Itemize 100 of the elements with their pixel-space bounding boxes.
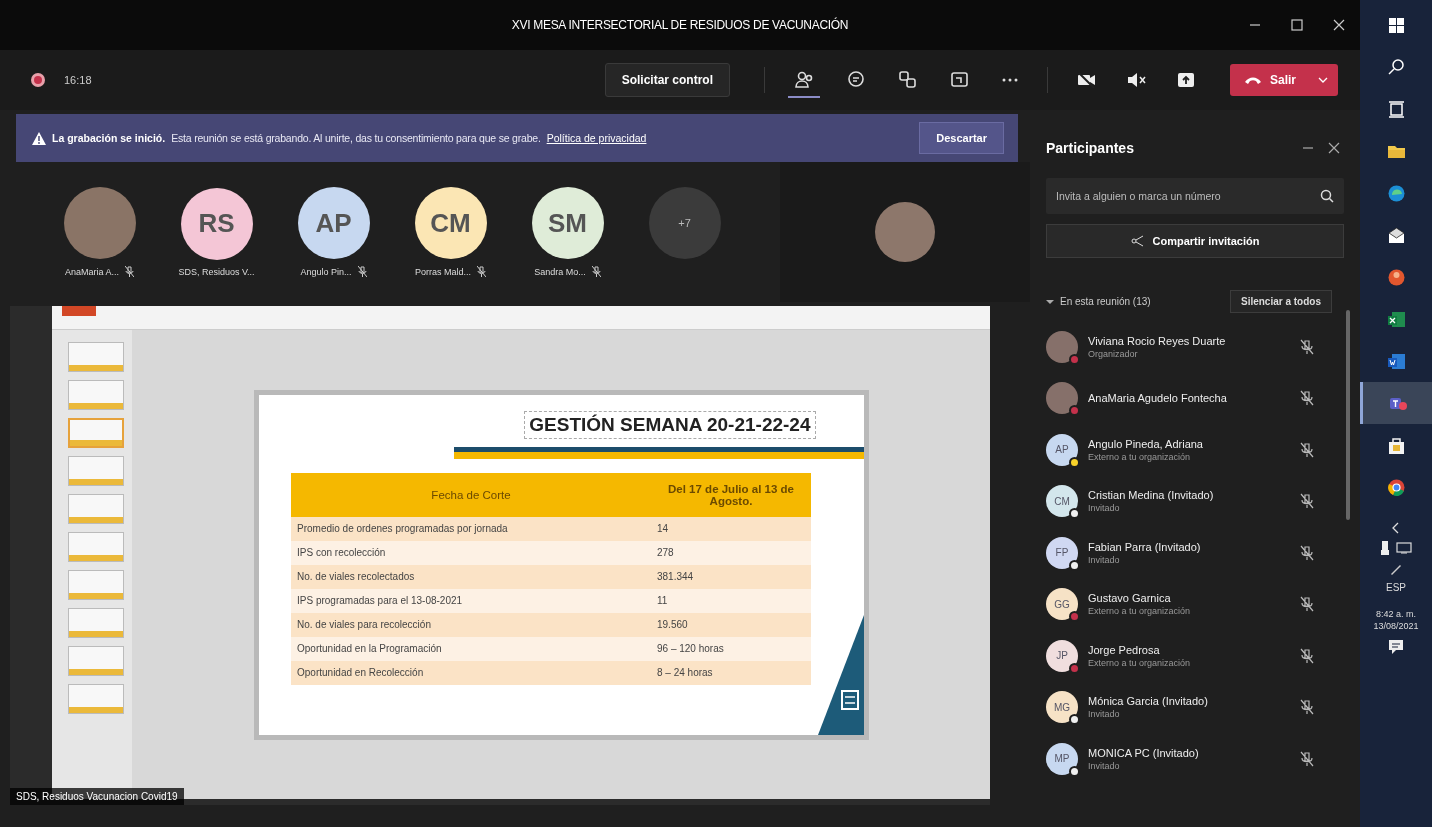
participant-name: Angulo Pineda, Adriana — [1088, 437, 1203, 450]
participant-name: Viviana Rocio Reyes Duarte — [1088, 334, 1226, 347]
table-cell: IPS con recolección — [291, 540, 651, 565]
caret-icon[interactable] — [1046, 298, 1054, 305]
participant-role: Invitado — [1088, 760, 1121, 771]
slide-thumbnail[interactable] — [68, 418, 124, 448]
speaker-muted-icon[interactable] — [1126, 70, 1146, 90]
avatar: AP — [297, 187, 370, 259]
slide-thumbnail[interactable] — [68, 494, 124, 524]
participant-name: MONICA PC (Invitado) — [1088, 746, 1199, 759]
language-indicator[interactable]: ESP — [1386, 582, 1406, 593]
mic-off-icon[interactable] — [1300, 441, 1314, 458]
participant-row[interactable]: FP Fabian Parra (Invitado) Invitado — [1046, 527, 1324, 579]
mic-off-icon[interactable] — [1300, 596, 1314, 613]
recording-icon — [30, 72, 46, 88]
section-header[interactable]: En esta reunión (13) — [1060, 296, 1151, 307]
mic-off-icon[interactable] — [1300, 699, 1314, 716]
dismiss-button[interactable]: Descartar — [919, 122, 1004, 154]
leave-button[interactable]: Salir — [1230, 64, 1338, 96]
table-cell: 8 – 24 horas — [651, 660, 811, 685]
avatar: AP — [1046, 433, 1078, 466]
participant-row[interactable]: JP Jorge Pedrosa Externo a tu organización — [1046, 630, 1324, 682]
close-icon[interactable] — [1328, 142, 1340, 154]
chat-icon — [846, 70, 866, 90]
avatar: SM — [531, 187, 604, 259]
participant-row[interactable]: MP MONICA PC (Invitado) Invitado — [1046, 733, 1324, 785]
participant-row[interactable]: Viviana Rocio Reyes Duarte Organizador — [1046, 321, 1324, 373]
warning-icon — [32, 131, 46, 145]
column-header: Fecha de Corte — [291, 472, 651, 517]
meeting-duration: 16:18 — [64, 74, 92, 86]
photo-placeholder — [875, 202, 935, 262]
banner-message: Esta reunión se está grabando. Al unirte, das tu consentimiento para que se grabe. — [171, 132, 541, 144]
participant-role: Organizador — [1088, 348, 1139, 359]
column-header: Del 17 de Julio al 13 de Agosto. — [651, 472, 811, 517]
chevron-icon[interactable] — [1391, 522, 1401, 534]
participant-role: Externo a tu organización — [1088, 451, 1192, 462]
panel-title: Participantes — [1046, 140, 1134, 156]
table-cell: 381.344 — [651, 564, 811, 589]
slide-thumbnail[interactable] — [68, 342, 124, 372]
table-cell: No. de viales para recolección — [291, 612, 651, 637]
people-icon — [794, 70, 814, 90]
window-title: XVI MESA INTERSECTORIAL DE RESIDUOS DE VACUNACIÓN — [511, 18, 849, 32]
participant-row[interactable]: MG Mónica Garcia (Invitado) Invitado — [1046, 681, 1324, 733]
participant-row[interactable]: AP Angulo Pineda, Adriana Externo a tu organización — [1046, 424, 1324, 476]
mic-off-icon[interactable] — [1300, 493, 1314, 510]
maximize-icon[interactable] — [1290, 18, 1304, 32]
notification-icon[interactable] — [1387, 638, 1405, 657]
participant-row[interactable]: CM Cristian Medina (Invitado) Invitado — [1046, 475, 1324, 527]
participant-row[interactable]: AnaMaria Agudelo Fontecha — [1046, 372, 1324, 424]
rooms-icon — [898, 70, 918, 90]
table-cell: 14 — [651, 516, 811, 541]
mic-off-icon[interactable] — [1300, 647, 1314, 664]
avatar: CM — [414, 187, 487, 259]
slide-thumbnail[interactable] — [68, 570, 124, 600]
usb-drive-icon[interactable] — [1380, 540, 1390, 556]
presenter-label: SDS, Residuos Vacunacion Covid19 — [10, 788, 184, 805]
slide-thumbnail[interactable] — [68, 380, 124, 410]
table-cell: IPS programadas para el 13-08-2021 — [291, 588, 651, 613]
participant-role: Invitado — [1088, 503, 1121, 514]
avatar: FP — [1046, 536, 1078, 569]
search-icon[interactable] — [1320, 189, 1334, 203]
participant-name: Porras Mald... — [415, 266, 471, 277]
scrollbar-thumb[interactable] — [1346, 310, 1350, 520]
mic-off-icon[interactable] — [1300, 750, 1314, 767]
pen-icon[interactable] — [1389, 562, 1403, 576]
participant-name: Sandra Mo... — [534, 266, 586, 277]
invite-field[interactable]: Invita a alguien o marca un número — [1046, 178, 1344, 214]
participant-name: Jorge Pedrosa — [1088, 643, 1161, 656]
request-control-button[interactable]: Solicitar control — [604, 63, 730, 97]
slide-thumbnail[interactable] — [68, 608, 124, 638]
participant-name: Fabian Parra (Invitado) — [1088, 540, 1201, 553]
privacy-link[interactable]: Política de privacidad — [546, 132, 647, 144]
participant-name: Cristian Medina (Invitado) — [1088, 489, 1214, 502]
clock[interactable]: 8:42 a. m. 13/08/2021 — [1373, 609, 1419, 633]
participant-name: Gustavo Garnica — [1088, 592, 1172, 605]
table-cell: 278 — [651, 540, 811, 565]
mute-all-button[interactable]: Silenciar a todos — [1229, 290, 1332, 313]
avatar: GG — [1046, 588, 1078, 621]
slide-thumbnail[interactable] — [68, 646, 124, 676]
avatar: MP — [1046, 742, 1078, 775]
participant-row[interactable]: GG Gustavo Garnica Externo a tu organización — [1046, 578, 1324, 630]
mic-off-icon[interactable] — [1300, 390, 1314, 407]
slide-thumbnail[interactable] — [68, 532, 124, 562]
table-cell: 19.560 — [651, 612, 811, 637]
close-icon[interactable] — [1332, 18, 1346, 32]
participant-role: Externo a tu organización — [1088, 606, 1191, 617]
slide-thumbnail[interactable] — [68, 684, 124, 714]
network-icon[interactable] — [1396, 542, 1412, 554]
mic-off-icon[interactable] — [1300, 338, 1314, 355]
table-cell: Oportunidad en Recolección — [291, 660, 651, 685]
caret-icon — [1318, 77, 1328, 83]
slide-thumbnail[interactable] — [68, 456, 124, 486]
share-invitation-button[interactable]: Compartir invitación — [1046, 224, 1344, 258]
table-cell: No. de viales recolectados — [291, 564, 651, 589]
table-cell: Oportunidad en la Programación — [291, 636, 651, 661]
share-tray-icon[interactable] — [1176, 70, 1196, 90]
participant-name: Mónica Garcia (Invitado) — [1088, 695, 1208, 708]
participant-name: AnaMaria Agudelo Fontecha — [1088, 392, 1227, 405]
overflow-count[interactable]: +7 — [648, 187, 721, 259]
mic-off-icon[interactable] — [1300, 544, 1314, 561]
